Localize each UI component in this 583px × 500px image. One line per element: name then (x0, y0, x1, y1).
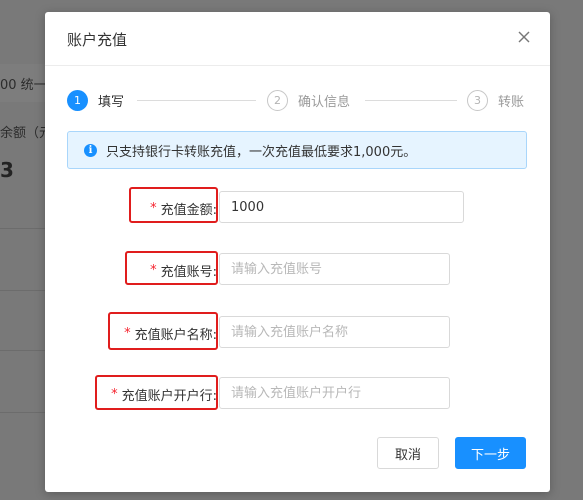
alert-text: 只支持银行卡转账充值，一次充值最低要求1,000元。 (106, 144, 417, 160)
account-name-input[interactable] (219, 316, 450, 348)
account-no-label-text: 充值账号: (160, 264, 217, 280)
account-no-input[interactable] (219, 253, 450, 285)
dialog-title: 账户充值 (67, 31, 128, 49)
info-alert: i 只支持银行卡转账充值，一次充值最低要求1,000元。 (67, 131, 527, 169)
amount-label: * 充值金额: (131, 191, 217, 225)
step-connector (365, 100, 457, 101)
required-mark: * (150, 200, 157, 216)
bank-label-text: 充值账户开户行: (121, 388, 217, 404)
step-confirm: 2 确认信息 (267, 88, 350, 112)
recharge-dialog: 账户充值 1 填写 2 确认信息 3 转账 i 只支持银行卡转账充值，一次充值最… (45, 12, 550, 492)
close-icon[interactable] (516, 29, 532, 45)
account-name-label: * 充值账户名称: (111, 316, 217, 350)
required-mark: * (124, 325, 131, 341)
step-label: 确认信息 (298, 94, 351, 110)
step-label: 转账 (498, 94, 525, 110)
account-name-label-text: 充值账户名称: (134, 327, 217, 343)
account-no-label: * 充值账号: (127, 253, 217, 287)
form-row-bank: * 充值账户开户行: (45, 375, 550, 411)
form-row-account-no: * 充值账号: (45, 251, 550, 287)
next-step-button[interactable]: 下一步 (455, 437, 526, 469)
step-fill: 1 填写 (67, 88, 124, 112)
bank-input[interactable] (219, 377, 450, 409)
dialog-header: 账户充值 (45, 12, 550, 66)
amount-input[interactable] (219, 191, 464, 223)
required-mark: * (111, 386, 118, 402)
step-transfer: 3 转账 (467, 88, 524, 112)
step-number: 2 (267, 89, 288, 111)
cancel-button[interactable]: 取消 (377, 437, 439, 469)
form-row-amount: * 充值金额: (45, 187, 550, 225)
form-row-account-name: * 充值账户名称: (45, 312, 550, 350)
step-number: 3 (467, 89, 488, 111)
bank-label: * 充值账户开户行: (97, 377, 217, 411)
info-icon: i (84, 143, 97, 157)
step-connector (137, 100, 256, 101)
step-number: 1 (67, 89, 88, 111)
amount-label-text: 充值金额: (160, 202, 217, 218)
steps-bar: 1 填写 2 确认信息 3 转账 (67, 88, 529, 112)
step-label: 填写 (98, 94, 125, 110)
required-mark: * (150, 262, 157, 278)
